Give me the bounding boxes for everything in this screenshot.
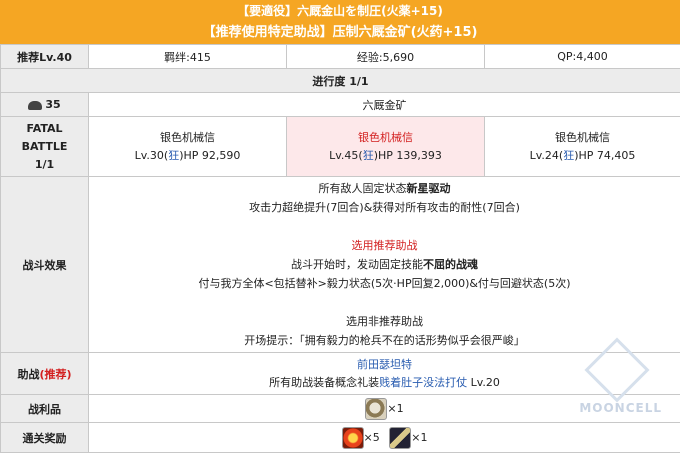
effects-content: 所有敌人固定状态新星驱动 攻击力超绝提升(7回合)&获得对所有攻击的耐性(7回合… <box>88 176 680 353</box>
drop-count: ×1 <box>387 401 404 415</box>
quest-banner: 【要適役】六厩金山を制圧(火薬+15) 【推荐使用特定助战】压制六厩金矿(火药+… <box>0 0 680 44</box>
effect-line-4: 战斗开始时，发动固定技能不屈的战魂 <box>291 258 478 271</box>
enemy-stats: Lv.45(狂)HP 139,393 <box>329 148 442 162</box>
effect-line-2: 攻击力超绝提升(7回合)&获得对所有攻击的耐性(7回合) <box>249 201 520 214</box>
bond-value: 羁绊:415 <box>88 44 287 69</box>
watermark-text: MOONCELL <box>579 401 662 415</box>
non-recommended-title: 选用非推荐助战 <box>346 315 423 328</box>
enemy-name: 银色机械信 <box>160 130 215 144</box>
enemy-2[interactable]: 银色机械信 Lv.45(狂)HP 139,393 <box>286 116 485 177</box>
rewards-content: ×5 ×1 <box>88 422 680 453</box>
ce-link[interactable]: 贱着肚子没法打仗 <box>379 376 467 389</box>
ap-value: 35 <box>45 98 61 111</box>
enemy-name: 银色机械信 <box>555 130 610 144</box>
effect-line-1: 所有敌人固定状态新星驱动 <box>318 182 451 195</box>
gunpowder-item-icon[interactable] <box>341 426 364 449</box>
location-name: 六厩金矿 <box>88 92 680 117</box>
battle-label-line2: BATTLE <box>21 139 68 153</box>
rewards-label: 通关奖励 <box>0 422 89 453</box>
recommended-tag: (推荐) <box>39 367 72 381</box>
effect-line-5: 付与我方全体<包括替补>毅力状态(5次·HP回复2,000)&付与回避状态(5次… <box>198 277 571 290</box>
qp-value: QP:4,400 <box>484 44 680 69</box>
enemy-3[interactable]: 银色机械信 Lv.24(狂)HP 74,405 <box>484 116 680 177</box>
enemy-stats: Lv.24(狂)HP 74,405 <box>529 148 636 162</box>
battle-label-line3: 1/1 <box>34 157 55 171</box>
progress-label: 进行度 1/1 <box>0 68 680 93</box>
quest-title-jp: 【要適役】六厩金山を制圧(火薬+15) <box>237 4 443 18</box>
support-label: 助战(推荐) <box>0 352 89 395</box>
support-servant-link[interactable]: 前田瑟坦特 <box>357 358 412 371</box>
quest-page: 【要適役】六厩金山を制圧(火薬+15) 【推荐使用特定助战】压制六厩金矿(火药+… <box>0 0 680 463</box>
reward-count-1: ×5 <box>363 430 380 444</box>
craft-essence-icon[interactable] <box>389 426 412 449</box>
reward-count-2: ×1 <box>411 430 428 444</box>
ap-cost: 35 <box>0 92 89 117</box>
enemy-1[interactable]: 银色机械信 Lv.30(狂)HP 92,590 <box>88 116 287 177</box>
quest-table: 推荐Lv.40 羁绊:415 经验:5,690 QP:4,400 进行度 1/1… <box>0 44 680 453</box>
drops-label: 战利品 <box>0 394 89 423</box>
quest-title-cn: 【推荐使用特定助战】压制六厩金矿(火药+15) <box>202 25 478 40</box>
battle-label: FATAL BATTLE 1/1 <box>0 116 89 177</box>
battle-label-line1: FATAL <box>26 121 63 135</box>
effects-label: 战斗效果 <box>0 176 89 353</box>
recommended-support-title: 选用推荐助战 <box>351 239 418 252</box>
recommended-level: 推荐Lv.40 <box>0 44 89 69</box>
gear-item-icon[interactable] <box>365 397 388 420</box>
enemy-name: 银色机械信 <box>358 130 413 144</box>
enemy-stats: Lv.30(狂)HP 92,590 <box>134 148 241 162</box>
exp-value: 经验:5,690 <box>286 44 485 69</box>
effect-line-7: 开场提示：「拥有毅力的枪兵不在的话形势似乎会很严峻」 <box>244 334 525 347</box>
ore-icon <box>28 100 43 110</box>
